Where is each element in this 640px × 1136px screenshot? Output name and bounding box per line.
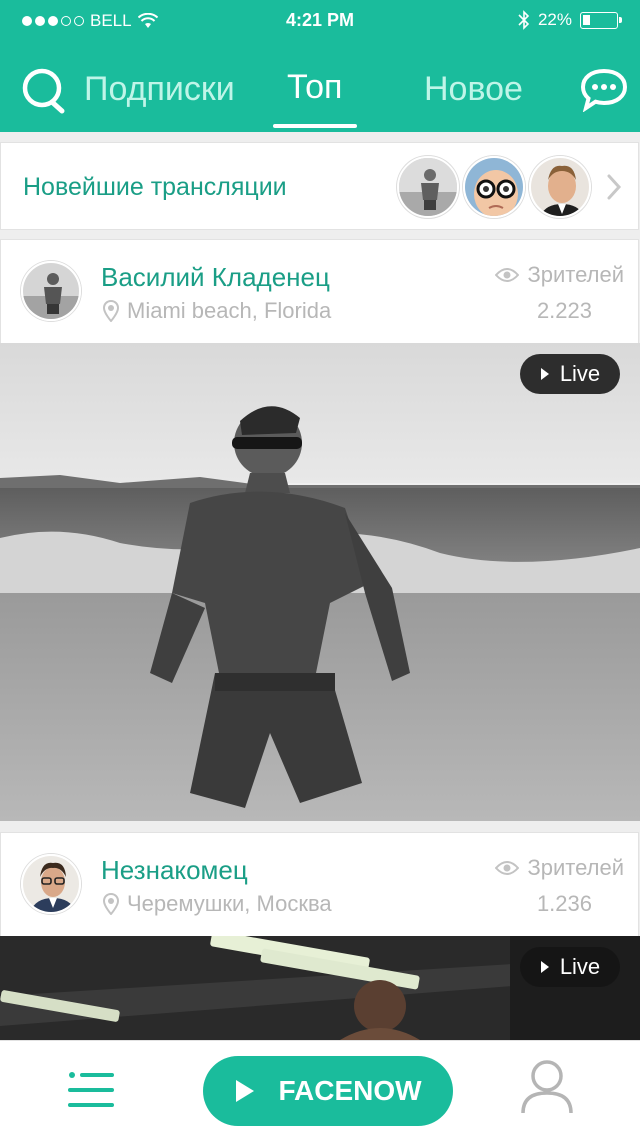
battery-icon bbox=[580, 11, 622, 29]
play-icon bbox=[540, 961, 549, 973]
facenow-button[interactable]: FACENOW bbox=[203, 1056, 453, 1126]
eye-icon bbox=[495, 268, 520, 282]
avatar-newest-2[interactable] bbox=[463, 156, 525, 218]
streamer-name[interactable]: Василий Кладенец bbox=[101, 262, 330, 293]
top-nav: Подписки Топ Новое bbox=[0, 44, 640, 132]
bottom-toolbar: FACENOW bbox=[0, 1040, 640, 1136]
bluetooth-icon bbox=[518, 10, 530, 30]
play-icon bbox=[540, 368, 549, 380]
viewers-label-group: Зрителей bbox=[495, 855, 624, 881]
facenow-label: FACENOW bbox=[278, 1075, 422, 1106]
tab-subscriptions[interactable]: Подписки bbox=[84, 70, 235, 109]
streamer-location: Черемушки, Москва bbox=[103, 891, 332, 917]
battery-fill bbox=[583, 14, 590, 25]
location-text: Miami beach, Florida bbox=[127, 298, 332, 323]
newest-broadcasts-row[interactable]: Новейшие трансляции bbox=[0, 142, 639, 230]
live-badge[interactable]: Live bbox=[520, 947, 620, 987]
viewers-count: 1.236 bbox=[536, 891, 592, 916]
chevron-right-icon[interactable] bbox=[606, 173, 622, 201]
live-badge[interactable]: Live bbox=[520, 354, 620, 394]
broadcast-card-header[interactable]: Василий Кладенец Miami beach, Florida Зр… bbox=[0, 239, 639, 343]
battery-percent: 22% bbox=[537, 10, 572, 29]
live-label: Live bbox=[559, 954, 601, 979]
active-tab-indicator bbox=[273, 124, 357, 128]
status-bar: BELL 4:21 PM 22% bbox=[0, 0, 640, 40]
avatar-newest-1[interactable] bbox=[397, 156, 459, 218]
location-pin-icon bbox=[103, 893, 119, 915]
viewers-label: Зрителей bbox=[527, 855, 624, 880]
broadcast-card-header[interactable]: Незнакомец Черемушки, Москва Зрителей 1.… bbox=[0, 832, 639, 936]
broadcast-preview-image[interactable] bbox=[0, 343, 640, 821]
location-text: Черемушки, Москва bbox=[127, 891, 332, 916]
streamer-location: Miami beach, Florida bbox=[103, 298, 331, 324]
battery-group: 22% bbox=[518, 10, 622, 30]
menu-icon[interactable] bbox=[68, 1071, 114, 1109]
chat-icon[interactable] bbox=[580, 68, 628, 112]
search-icon[interactable] bbox=[22, 68, 66, 114]
avatar-newest-3[interactable] bbox=[529, 156, 591, 218]
eye-icon bbox=[495, 861, 520, 875]
streamer-avatar[interactable] bbox=[21, 854, 81, 914]
viewers-label: Зрителей bbox=[527, 262, 624, 287]
streamer-name[interactable]: Незнакомец bbox=[101, 855, 248, 886]
location-pin-icon bbox=[103, 300, 119, 322]
live-label: Live bbox=[559, 361, 601, 386]
header: BELL 4:21 PM 22% Подписки Топ Новое bbox=[0, 0, 640, 132]
play-icon bbox=[236, 1080, 255, 1102]
viewers-label-group: Зрителей bbox=[495, 262, 624, 288]
tab-new[interactable]: Новое bbox=[424, 70, 523, 109]
profile-icon[interactable] bbox=[520, 1059, 574, 1115]
streamer-avatar[interactable] bbox=[21, 261, 81, 321]
newest-broadcasts-label: Новейшие трансляции bbox=[23, 173, 287, 201]
tab-top[interactable]: Топ bbox=[287, 68, 342, 107]
viewers-count: 2.223 bbox=[536, 298, 592, 323]
